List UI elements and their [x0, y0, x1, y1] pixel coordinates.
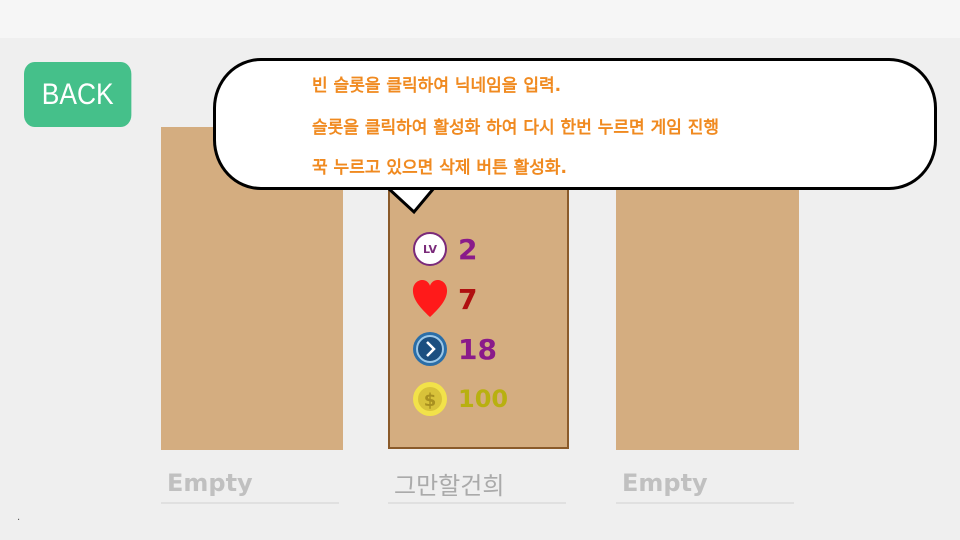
energy-value: 18	[458, 332, 497, 366]
slot-1-name[interactable]: Empty	[161, 464, 339, 504]
coin-icon: $	[412, 379, 448, 419]
slot-3-name[interactable]: Empty	[616, 464, 794, 504]
level-icon: LV	[413, 232, 447, 266]
tooltip-line-2: 슬롯을 클릭하여 활성화 하여 다시 한번 누르면 게임 진행	[312, 118, 720, 138]
energy-icon	[412, 329, 448, 369]
hearts-value: 7	[458, 282, 478, 316]
tooltip-line-3: 꾹 누르고 있으면 삭제 버튼 활성화.	[312, 158, 568, 178]
top-band	[0, 0, 960, 38]
help-tooltip: 빈 슬롯을 클릭하여 닉네임을 입력. 슬롯을 클릭하여 활성화 하여 다시 한…	[213, 58, 937, 190]
heart-icon	[412, 279, 448, 319]
tooltip-tail	[386, 186, 436, 215]
slot-2-name[interactable]: 그만할건희	[388, 464, 566, 504]
svg-text:$: $	[424, 390, 437, 411]
back-button[interactable]: BACK	[24, 62, 132, 127]
tooltip-line-1: 빈 슬롯을 클릭하여 닉네임을 입력.	[312, 76, 562, 96]
coins-value: 100	[458, 385, 509, 413]
energy-stat: 18	[412, 329, 497, 369]
hearts-stat: 7	[412, 279, 477, 319]
level-value: 2	[458, 232, 478, 266]
level-stat: LV 2	[412, 229, 477, 269]
footer-dot: .	[17, 512, 21, 523]
coins-stat: $ 100	[412, 379, 508, 419]
